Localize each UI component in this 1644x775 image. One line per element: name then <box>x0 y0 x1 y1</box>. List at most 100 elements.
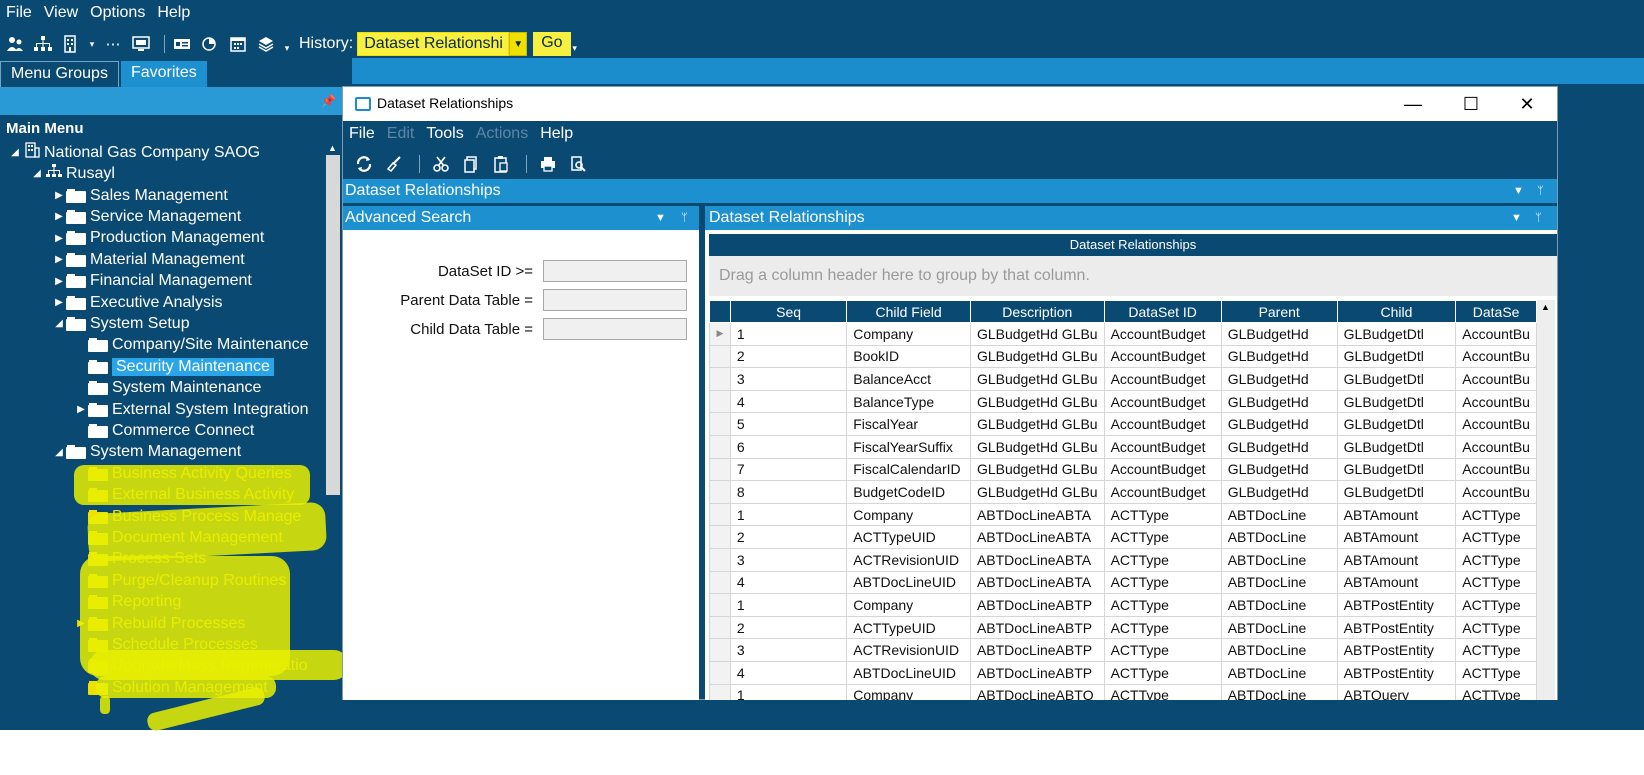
table-row[interactable]: 1 Company ABTDocLineABTA ACTType ABTDocLine A… <box>709 502 1537 527</box>
table-cell[interactable]: ACTType <box>1455 660 1537 685</box>
expand-arrow-icon[interactable]: ▶ <box>74 404 88 415</box>
table-cell[interactable]: ABTDocLineUID <box>846 570 971 595</box>
table-cell[interactable]: ACTType <box>1103 525 1222 549</box>
sidebar-item[interactable]: ▶ Service Management <box>52 206 241 227</box>
table-cell[interactable]: ACTType <box>1455 525 1537 549</box>
monitor-icon[interactable] <box>130 33 152 55</box>
tree-node-company[interactable]: ◢ National Gas Company SAOG <box>8 142 260 163</box>
table-cell[interactable]: 4 <box>729 570 848 595</box>
table-cell[interactable]: Company <box>846 502 971 527</box>
layers-icon[interactable] <box>255 33 277 55</box>
table-cell[interactable]: 4 <box>729 389 848 414</box>
table-cell[interactable]: ABTAmount <box>1336 570 1457 595</box>
expand-arrow-icon[interactable]: ▶ <box>52 297 66 308</box>
sidebar-item[interactable]: ▶ External System Integration <box>74 399 308 420</box>
table-cell[interactable]: GLBudgetHd <box>1220 367 1338 391</box>
table-cell[interactable]: FiscalYearSuffix <box>846 434 971 459</box>
table-cell[interactable]: 2 <box>729 525 848 549</box>
table-cell[interactable]: ACTType <box>1455 615 1537 640</box>
table-cell[interactable]: AccountBudget <box>1103 412 1222 436</box>
table-cell[interactable]: 4 <box>729 660 848 685</box>
column-header[interactable]: DataSet ID <box>1103 300 1222 323</box>
collapse-arrow-icon[interactable]: ◢ <box>8 147 22 158</box>
dropdown-caret-icon[interactable]: ▾ <box>88 33 96 55</box>
row-indicator[interactable] <box>709 434 731 459</box>
sidebar-item[interactable]: ▶ Material Management <box>52 249 245 270</box>
table-cell[interactable]: ACTType <box>1455 593 1537 617</box>
go-button[interactable]: Go <box>533 32 571 56</box>
child-data-table-input[interactable] <box>543 318 687 340</box>
parent-data-table-input[interactable] <box>543 289 687 311</box>
print-icon[interactable] <box>537 153 559 175</box>
table-cell[interactable]: ABTAmount <box>1336 547 1457 572</box>
chevron-down-icon[interactable]: ▼ <box>655 206 666 230</box>
tab-menu-groups[interactable]: Menu Groups <box>0 61 119 87</box>
sidebar-item[interactable]: ◢ System Management <box>52 442 241 463</box>
table-cell[interactable]: GLBudgetHd GLBu <box>969 412 1105 436</box>
table-row[interactable]: ▶ 1 Company GLBudgetHd GLBu AccountBudget GLB… <box>709 322 1537 346</box>
table-cell[interactable]: ACTTypeUID <box>846 525 971 549</box>
table-cell[interactable]: AccountBudget <box>1103 344 1222 369</box>
calendar-icon[interactable] <box>227 33 249 55</box>
pin-icon[interactable]: ᛘ <box>1535 206 1542 230</box>
table-cell[interactable]: GLBudgetHd <box>1220 344 1338 369</box>
row-indicator[interactable] <box>709 502 731 527</box>
table-row[interactable]: 3 ACTRevisionUID ABTDocLineABTA ACTType ABTD… <box>709 547 1537 572</box>
table-cell[interactable]: ABTAmount <box>1336 525 1457 549</box>
table-cell[interactable]: GLBudgetHd <box>1220 457 1338 482</box>
dropdown-caret-icon[interactable]: ▾ <box>283 37 291 59</box>
table-cell[interactable]: ABTDocLine <box>1220 525 1338 549</box>
table-row[interactable]: 4 BalanceType GLBudgetHd GLBu AccountBudget… <box>709 389 1537 414</box>
table-cell[interactable]: ACTRevisionUID <box>846 547 971 572</box>
table-row[interactable]: 2 ACTTypeUID ABTDocLineABTP ACTType ABTDocLi… <box>709 615 1537 640</box>
table-cell[interactable]: ACTType <box>1103 638 1222 662</box>
chevron-down-icon[interactable]: ▼ <box>1511 206 1522 230</box>
table-cell[interactable]: AccountBudget <box>1103 367 1222 391</box>
maximize-button[interactable]: ☐ <box>1451 91 1491 117</box>
table-cell[interactable]: ABTPostEntity <box>1336 660 1457 685</box>
table-cell[interactable]: GLBudgetHd GLBu <box>969 322 1105 346</box>
table-cell[interactable]: ABTPostEntity <box>1336 593 1457 617</box>
table-cell[interactable]: ABTAmount <box>1336 502 1457 527</box>
table-cell[interactable]: BalanceType <box>846 389 971 414</box>
row-indicator[interactable] <box>709 547 731 572</box>
menu-options[interactable]: Options <box>90 4 145 28</box>
table-cell[interactable]: 1 <box>729 502 848 527</box>
table-cell[interactable]: Company <box>846 593 971 617</box>
scroll-up-icon[interactable]: ▲ <box>328 143 337 153</box>
row-indicator[interactable] <box>709 615 731 640</box>
table-cell[interactable]: GLBudgetDtl <box>1336 322 1457 346</box>
scrollbar-thumb[interactable] <box>326 155 340 495</box>
table-cell[interactable]: ACTType <box>1455 570 1537 595</box>
sidebar-item[interactable]: ◢ System Setup <box>52 313 189 334</box>
users-icon[interactable] <box>4 33 26 55</box>
table-cell[interactable]: 1 <box>729 322 848 346</box>
table-cell[interactable]: GLBudgetHd GLBu <box>969 457 1105 482</box>
table-cell[interactable]: 2 <box>729 344 848 369</box>
table-cell[interactable]: ACTType <box>1103 615 1222 640</box>
table-row[interactable]: 6 FiscalYearSuffix GLBudgetHd GLBu AccountB… <box>709 434 1537 459</box>
org-tree-icon[interactable] <box>32 33 54 55</box>
history-dropdown-button[interactable]: ▼ <box>509 32 528 56</box>
table-cell[interactable]: BudgetCodeID <box>846 480 971 504</box>
column-header[interactable]: Seq <box>729 300 848 323</box>
table-cell[interactable]: 8 <box>729 480 848 504</box>
chevron-down-icon[interactable]: ▼ <box>1513 179 1524 203</box>
window-titlebar[interactable]: Dataset Relationships — ☐ ✕ <box>343 87 1557 121</box>
column-header[interactable]: DataSe <box>1455 300 1537 323</box>
table-cell[interactable]: ACTTypeUID <box>846 615 971 640</box>
table-cell[interactable]: 3 <box>729 367 848 391</box>
table-cell[interactable]: GLBudgetHd <box>1220 322 1338 346</box>
table-cell[interactable]: ACTType <box>1455 683 1537 700</box>
table-cell[interactable]: GLBudgetHd GLBu <box>969 389 1105 414</box>
pin-icon[interactable]: ᛘ <box>681 206 688 230</box>
menu-view[interactable]: View <box>44 4 78 28</box>
expand-arrow-icon[interactable]: ▶ <box>52 233 66 244</box>
row-indicator[interactable] <box>709 412 731 436</box>
table-row[interactable]: 2 BookID GLBudgetHd GLBu AccountBudget GLBud… <box>709 344 1537 369</box>
table-cell[interactable]: 5 <box>729 412 848 436</box>
expand-arrow-icon[interactable]: ▶ <box>52 190 66 201</box>
sidebar-item[interactable]: ▶ Sales Management <box>52 185 228 206</box>
table-cell[interactable]: AccountBu <box>1455 344 1537 369</box>
table-row[interactable]: 2 ACTTypeUID ABTDocLineABTA ACTType ABTDocLi… <box>709 525 1537 549</box>
